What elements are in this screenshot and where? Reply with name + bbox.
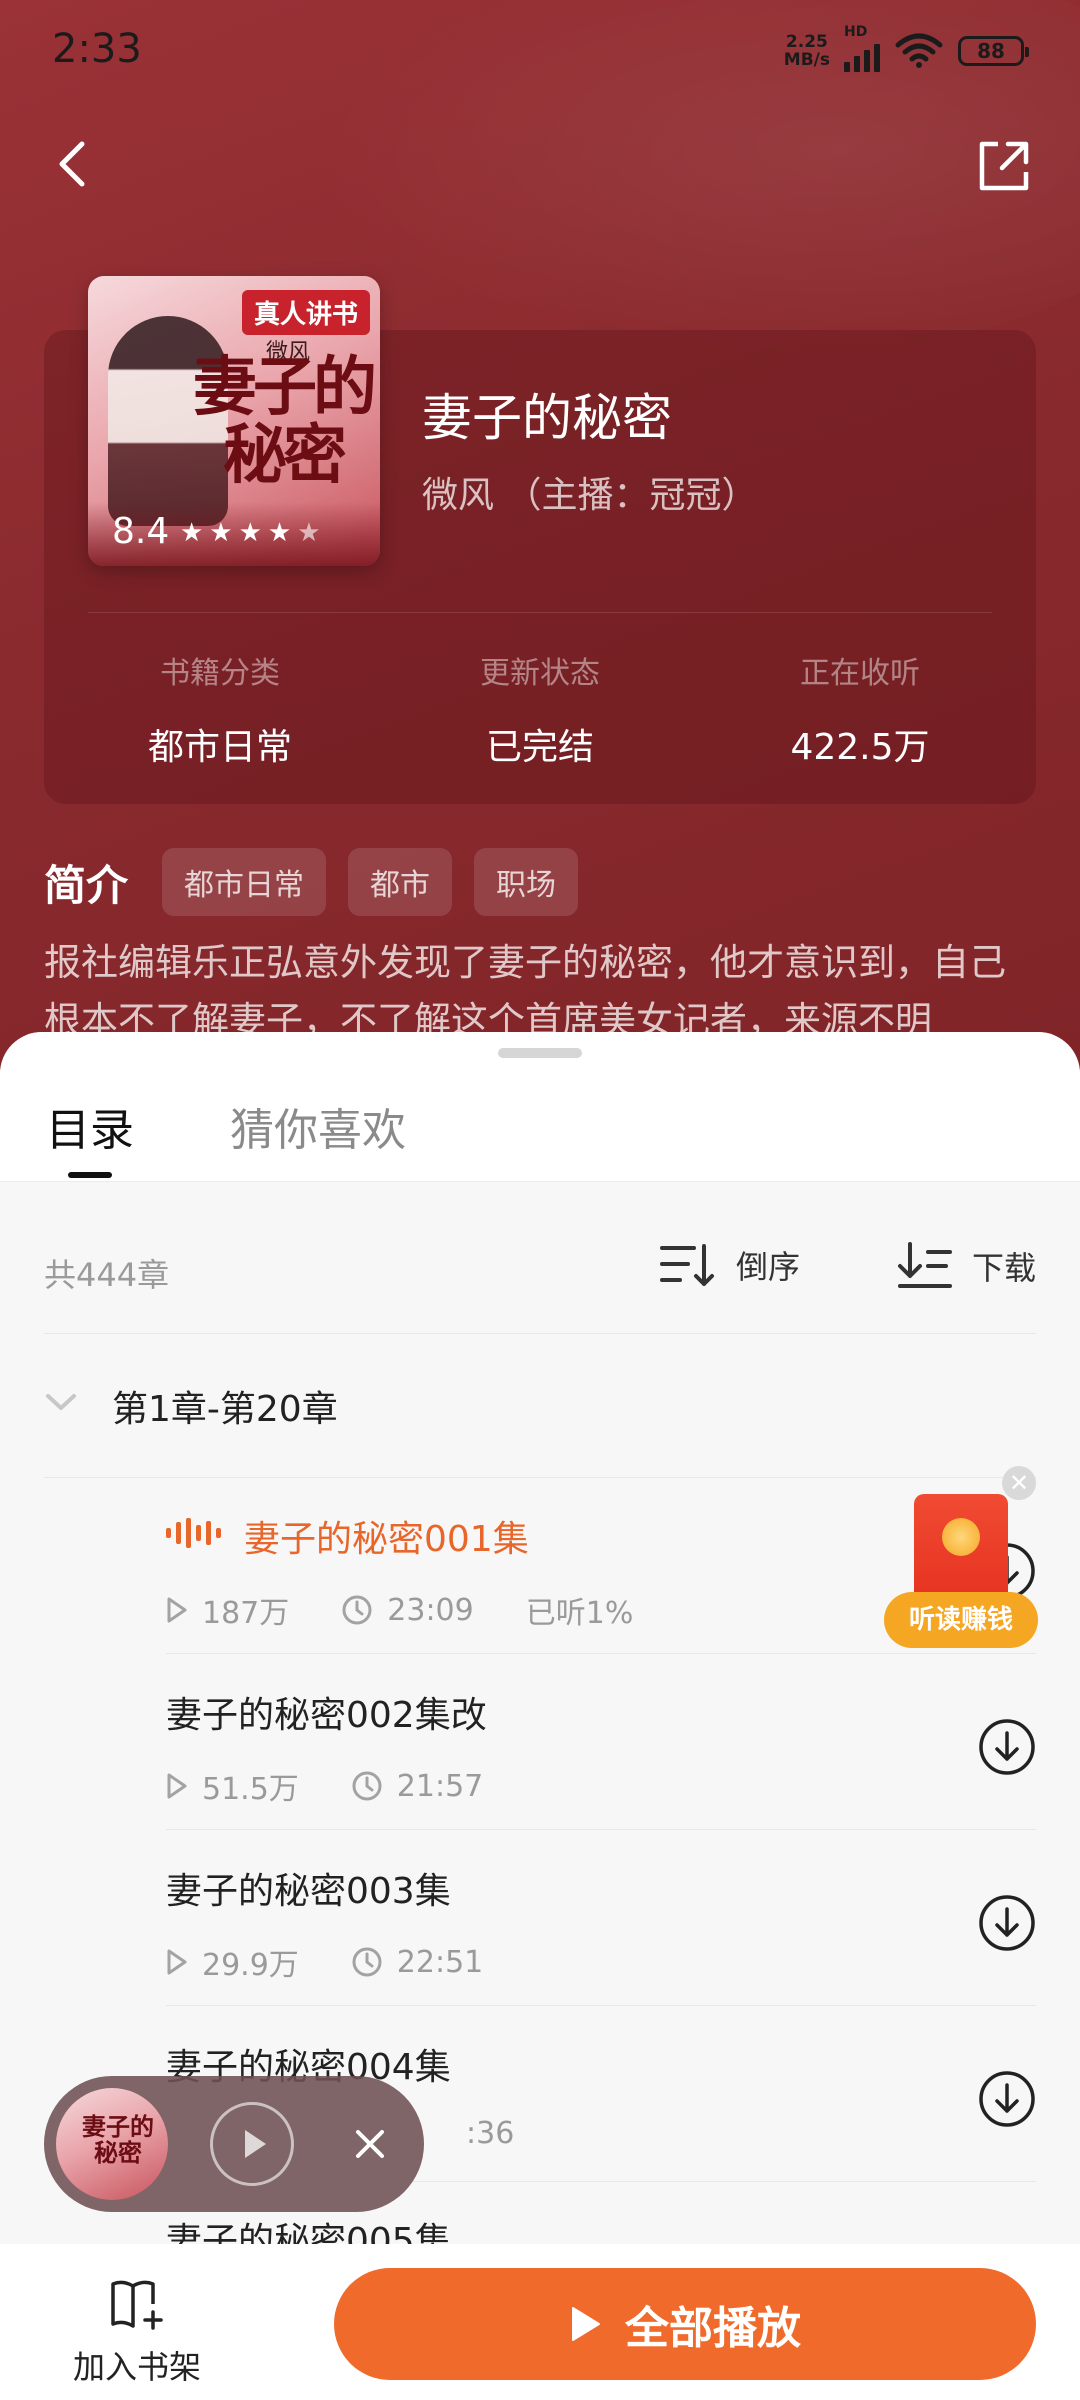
promo-label: 听读赚钱	[884, 1592, 1038, 1648]
clock-icon	[352, 1947, 382, 1977]
mini-player[interactable]: 妻子的秘密	[44, 2076, 424, 2212]
bottom-action-bar: 加入书架 全部播放	[0, 2244, 1080, 2400]
duration: 21:57	[396, 1768, 484, 1804]
stat-label: 书籍分类	[160, 656, 280, 691]
download-button[interactable]: 下载	[896, 1240, 1036, 1292]
catalog-toolbar: 共444章 倒序 下载	[44, 1216, 1036, 1334]
tab-indicator	[68, 1172, 112, 1178]
tab-recommend[interactable]: 猜你喜欢	[230, 1094, 406, 1158]
red-envelope-promo[interactable]: ✕ 听读赚钱	[884, 1466, 1044, 1656]
duration: :36	[466, 2116, 515, 2151]
rating-stars: ★★★★★	[180, 518, 327, 548]
network-speed: 2.25 MB/s	[784, 33, 830, 69]
episode-meta: 29.9万 22:51	[166, 1940, 483, 1984]
stat-category: 书籍分类 都市日常	[70, 648, 370, 770]
close-icon[interactable]: ✕	[1002, 1466, 1036, 1500]
listen-progress: 已听1%	[525, 1596, 634, 1631]
mini-cover-title: 妻子的秘密	[82, 2112, 154, 2167]
stat-value: 422.5万	[790, 727, 930, 768]
clock-icon	[352, 1771, 382, 1801]
stat-listeners: 正在收听 422.5万	[710, 648, 1010, 770]
coin-icon	[942, 1518, 980, 1556]
book-cover[interactable]: 真人讲书 微风 妻子的秘密 8.4 ★★★★★	[88, 276, 380, 566]
share-button[interactable]	[974, 136, 1034, 196]
episode-title: 妻子的秘密003集	[166, 1871, 451, 1912]
play-count-icon	[167, 1949, 187, 1975]
status-time: 2:33	[52, 26, 142, 72]
status-bar: 2:33 2.25 MB/s HD 88	[0, 0, 1080, 100]
play-all-label: 全部播放	[625, 2303, 801, 2354]
duration: 22:51	[396, 1944, 484, 1980]
stat-value: 都市日常	[147, 727, 292, 768]
episode-meta: :36	[466, 2116, 514, 2151]
play-icon	[245, 2130, 266, 2158]
mini-player-cover: 妻子的秘密	[56, 2088, 168, 2200]
add-to-shelf-label: 加入书架	[72, 2348, 201, 2386]
chevron-down-icon	[46, 1394, 76, 1410]
tag-chip[interactable]: 都市	[348, 848, 453, 916]
back-button[interactable]	[46, 136, 102, 192]
download-icon[interactable]	[978, 1718, 1036, 1776]
cover-title: 妻子的秘密	[193, 350, 377, 493]
play-count: 51.5万	[202, 1772, 299, 1807]
rating-score: 8.4	[112, 511, 170, 552]
episode-title: 妻子的秘密005集	[166, 2221, 451, 2244]
download-icon[interactable]	[978, 1894, 1036, 1952]
hd-label: HD	[844, 24, 868, 40]
playing-wave-icon	[166, 1518, 221, 1548]
wifi-icon	[895, 33, 943, 68]
intro-title: 简介	[44, 860, 129, 910]
intro-header: 简介 都市日常 都市 职场	[44, 848, 579, 916]
mini-play-button[interactable]	[210, 2102, 294, 2186]
play-count-icon	[167, 1597, 187, 1623]
book-author: 微风 （主播：冠冠）	[422, 475, 758, 516]
play-count: 29.9万	[202, 1948, 299, 1983]
cell-signal-icon: HD	[844, 24, 880, 72]
chapter-group-row[interactable]: 第1章-第20章	[44, 1334, 1036, 1478]
episode-meta: 51.5万 21:57	[166, 1764, 483, 1808]
duration: 23:09	[387, 1592, 474, 1628]
chapter-count: 共444章	[44, 1256, 170, 1294]
mini-player-close-button[interactable]	[344, 2118, 396, 2170]
stat-label: 正在收听	[800, 656, 920, 691]
sort-button[interactable]: 倒序	[659, 1240, 800, 1290]
tab-catalog[interactable]: 目录	[46, 1094, 134, 1158]
play-icon	[572, 2307, 600, 2341]
book-title: 妻子的秘密	[422, 389, 672, 447]
chapter-group-label: 第1章-第20章	[112, 1389, 338, 1430]
network-speed-unit: MB/s	[783, 50, 830, 70]
stat-label: 更新状态	[480, 656, 600, 691]
stat-status: 更新状态 已完结	[390, 648, 690, 770]
episode-row[interactable]: 妻子的秘密002集改 51.5万 21:57	[166, 1654, 1036, 1830]
status-icons: 2.25 MB/s HD 88	[784, 24, 1029, 72]
tag-chip[interactable]: 职场	[474, 848, 579, 916]
download-label: 下载	[971, 1249, 1036, 1287]
cover-badge: 真人讲书	[241, 290, 370, 335]
network-speed-value: 2.25	[785, 32, 828, 52]
play-count-icon	[167, 1773, 187, 1799]
sort-icon	[659, 1244, 714, 1286]
download-icon[interactable]	[978, 2070, 1036, 2128]
add-to-shelf-button[interactable]: 加入书架	[62, 2278, 212, 2388]
stats-divider	[88, 612, 992, 613]
battery-indicator: 88	[958, 36, 1029, 66]
sheet-drag-handle[interactable]	[498, 1048, 582, 1058]
download-list-icon	[897, 1242, 952, 1288]
episode-title: 妻子的秘密001集	[244, 1519, 529, 1560]
clock-icon	[342, 1595, 372, 1625]
play-all-button[interactable]: 全部播放	[334, 2268, 1036, 2380]
episode-title: 妻子的秘密002集改	[166, 1695, 487, 1736]
bookshelf-add-icon	[111, 2280, 163, 2330]
sort-label: 倒序	[735, 1248, 800, 1286]
episode-row[interactable]: 妻子的秘密003集 29.9万 22:51	[166, 1830, 1036, 2006]
episode-meta: 187万 23:09 已听1%	[166, 1588, 633, 1632]
play-count: 187万	[202, 1596, 290, 1631]
stat-value: 已完结	[485, 727, 594, 768]
tag-chip[interactable]: 都市日常	[162, 848, 327, 916]
